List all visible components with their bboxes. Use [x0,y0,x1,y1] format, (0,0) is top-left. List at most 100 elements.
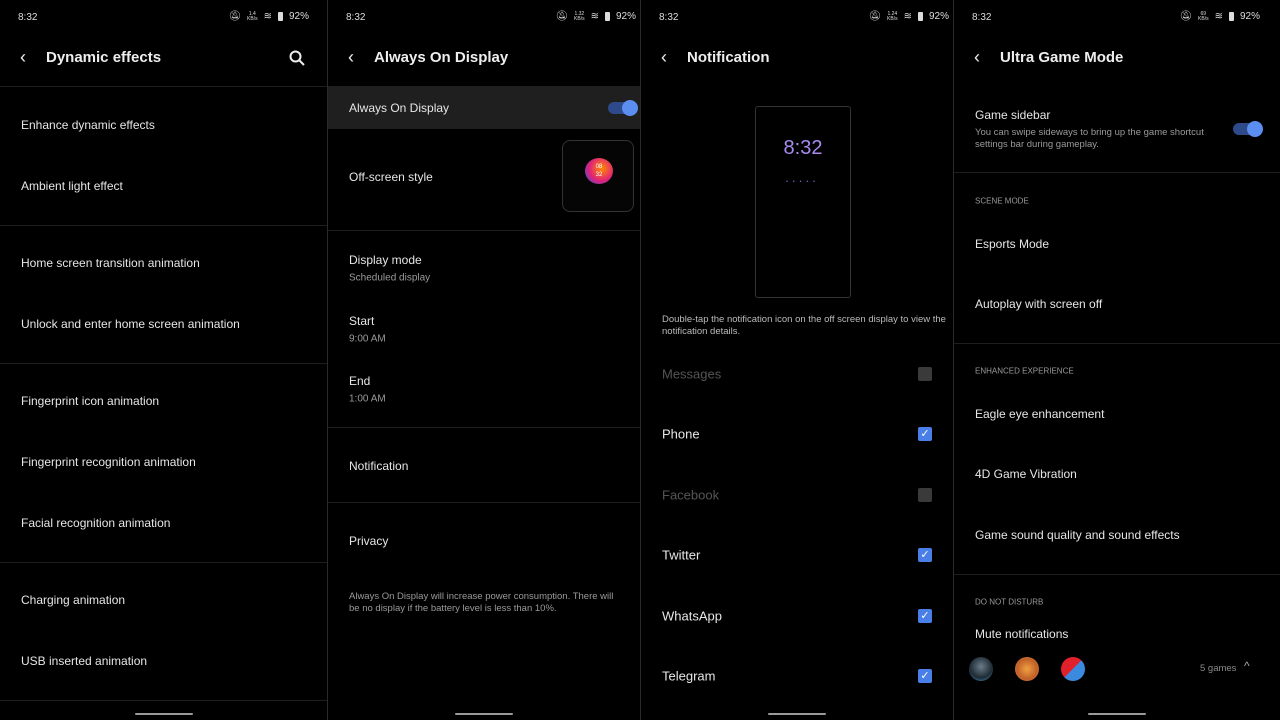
network-speed: 69 KB/s [1198,10,1209,22]
divider [954,574,1280,575]
mute-icon: 🔕︎ [1179,11,1193,22]
wifi-icon: ≋ [1214,11,1223,22]
setting-esports-mode[interactable]: Esports Mode [975,237,1049,251]
setting-privacy[interactable]: Privacy [349,534,388,548]
aod-toggle-label: Always On Display [349,101,450,115]
mute-icon: 🔕︎ [228,11,242,22]
home-indicator[interactable] [455,713,513,715]
mute-icon: 🔕︎ [868,11,882,22]
battery-icon [604,12,610,21]
end-value: 1:00 AM [349,393,386,405]
setting-mute-notifications[interactable]: Mute notifications [975,627,1068,641]
divider [328,230,640,231]
divider [954,343,1280,344]
app-whatsapp: WhatsApp [662,608,722,624]
divider [954,172,1280,173]
status-icons: 🔕︎ 69 KB/s ≋ 92% [1179,11,1260,22]
battery-icon [917,12,923,21]
setting-usb-animation[interactable]: USB inserted animation [21,654,147,668]
app-messages: Messages [662,366,722,382]
wifi-icon: ≋ [263,11,272,22]
battery-level: 92% [615,11,636,22]
wifi-icon: ≋ [903,11,912,22]
back-button[interactable]: ‹ [20,47,26,68]
app-phone: Phone [662,426,700,442]
messages-checkbox[interactable] [918,367,932,381]
chevron-up-icon[interactable]: ^ [1244,659,1250,673]
off-screen-style-thumbnail[interactable]: 08 32 [562,140,634,212]
status-time: 8:32 [18,12,38,23]
back-button[interactable]: ‹ [661,47,667,68]
phone-checkbox[interactable]: ✓ [918,427,932,441]
setting-4d-vibration[interactable]: 4D Game Vibration [975,467,1077,481]
setting-home-transition[interactable]: Home screen transition animation [21,256,200,270]
battery-icon [277,12,283,21]
home-indicator[interactable] [768,713,826,715]
divider [0,363,327,364]
battery-level: 92% [928,11,949,22]
status-icons: 🔕︎ 1.4 KB/s ≋ 92% [228,11,309,22]
game-icon-table-tennis[interactable] [1061,657,1085,681]
setting-eagle-eye[interactable]: Eagle eye enhancement [975,407,1104,421]
status-time: 8:32 [972,12,992,23]
divider [328,427,640,428]
always-on-display-screen: 8:32 🔕︎ 1.32 KB/s ≋ 92% ‹ Always On Display … [328,0,640,720]
divider [0,225,327,226]
power-consumption-note: Always On Display will increase power co… [349,591,614,614]
whatsapp-checkbox[interactable]: ✓ [918,609,932,623]
game-sidebar-toggle[interactable] [1233,121,1263,137]
divider [0,700,327,701]
home-indicator[interactable] [1088,713,1146,715]
page-title: Ultra Game Mode [1000,49,1124,66]
aod-toggle[interactable] [608,100,638,116]
setting-fingerprint-recognition[interactable]: Fingerprint recognition animation [21,455,196,469]
dynamic-effects-screen: 8:32 🔕︎ 1.4 KB/s ≋ 92% ‹ Dynamic effects Enh… [0,0,327,720]
game-icon-clash[interactable] [1015,657,1039,681]
home-indicator[interactable] [134,713,193,715]
ultra-game-mode-screen: 8:32 🔕︎ 69 KB/s ≋ 92% ‹ Ultra Game Mode Game… [954,0,1280,720]
back-button[interactable]: ‹ [348,47,354,68]
setting-game-sound[interactable]: Game sound quality and sound effects [975,528,1180,542]
setting-enhance-dynamic-effects[interactable]: Enhance dynamic effects [21,118,155,132]
notification-description: Double-tap the notification icon on the … [662,314,946,337]
facebook-checkbox[interactable] [918,488,932,502]
setting-unlock-animation[interactable]: Unlock and enter home screen animation [21,317,240,331]
search-icon[interactable] [289,50,305,66]
section-scene-mode: SCENE MODE [975,196,1029,206]
back-button[interactable]: ‹ [974,47,980,68]
game-icon-cod[interactable] [969,657,993,681]
telegram-checkbox[interactable]: ✓ [918,669,932,683]
setting-autoplay-screen-off[interactable]: Autoplay with screen off [975,297,1102,311]
divider [0,562,327,563]
section-enhanced-experience: ENHANCED EXPERIENCE [975,366,1074,376]
setting-game-sidebar[interactable]: Game sidebar [975,108,1050,122]
divider [0,86,327,87]
app-twitter: Twitter [662,547,701,563]
app-facebook: Facebook [662,487,720,503]
status-time: 8:32 [659,12,679,23]
preview-notification-icons: ••••• [786,179,820,185]
setting-notification[interactable]: Notification [349,459,408,473]
setting-off-screen-style[interactable]: Off-screen style [349,170,433,184]
setting-facial-recognition[interactable]: Facial recognition animation [21,516,170,530]
divider [328,502,640,503]
twitter-checkbox[interactable]: ✓ [918,548,932,562]
setting-ambient-light-effect[interactable]: Ambient light effect [21,179,123,193]
network-speed: 1.24 KB/s [887,10,898,22]
app-telegram: Telegram [662,668,716,684]
game-sidebar-description: You can swipe sideways to bring up the g… [975,127,1204,150]
setting-display-mode[interactable]: Display mode [349,253,422,267]
notification-screen: 8:32 🔕︎ 1.24 KB/s ≋ 92% ‹ Notification 8:32 … [641,0,953,720]
games-count[interactable]: 5 games [1200,663,1236,674]
clock-style-preview: 08 32 [585,158,613,184]
status-icons: 🔕︎ 1.32 KB/s ≋ 92% [555,11,636,22]
display-mode-value: Scheduled display [349,272,431,284]
network-speed: 1.4 KB/s [247,10,258,22]
battery-icon [1228,12,1234,21]
setting-end[interactable]: End [349,374,370,388]
setting-charging-animation[interactable]: Charging animation [21,593,125,607]
network-speed: 1.32 KB/s [574,10,585,22]
setting-start[interactable]: Start [349,314,374,328]
battery-level: 92% [1239,11,1260,22]
setting-fingerprint-icon[interactable]: Fingerprint icon animation [21,394,159,408]
